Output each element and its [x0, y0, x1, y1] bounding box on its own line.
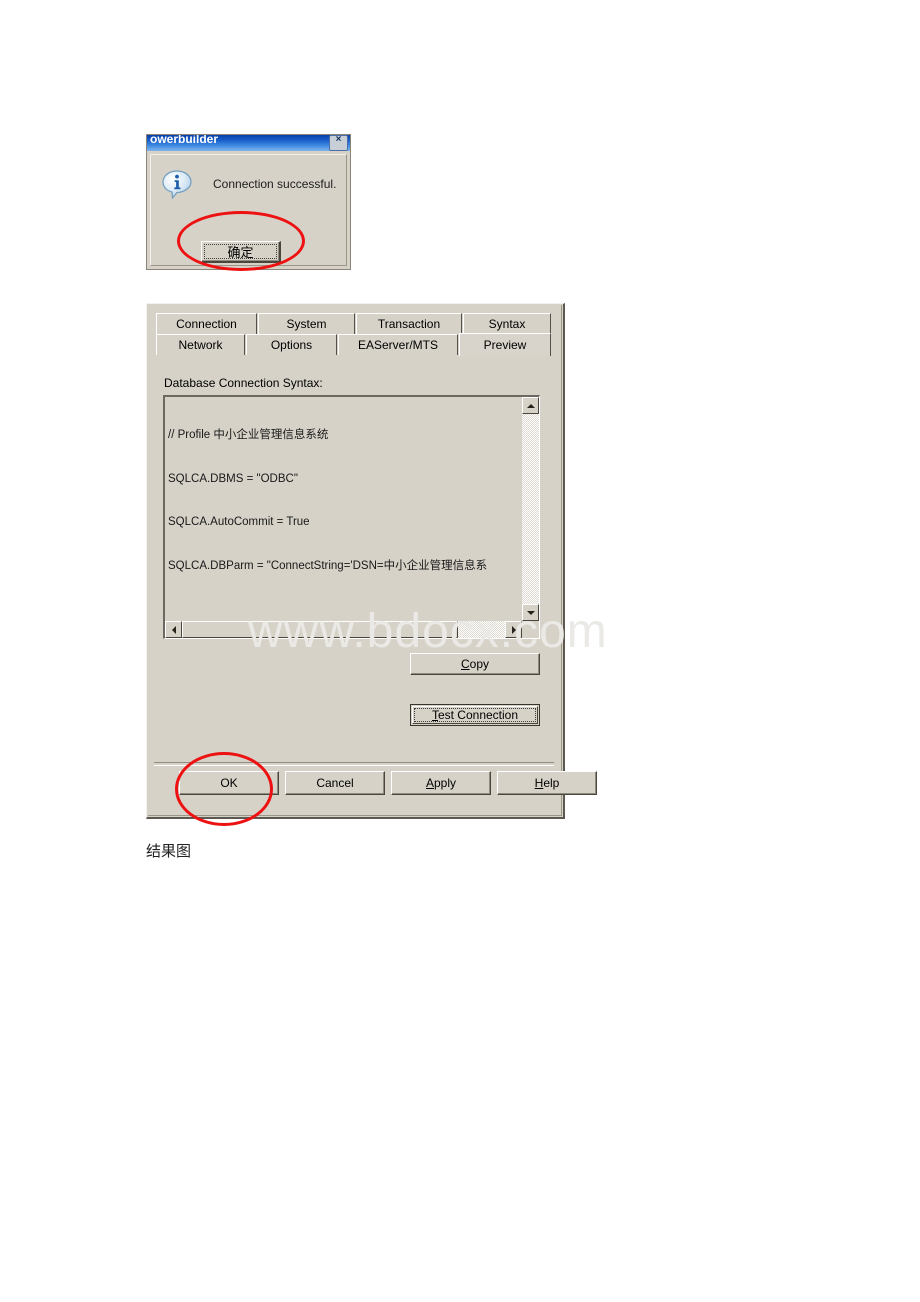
tab-preview[interactable]: Preview [459, 333, 551, 356]
figure-caption: 结果图 [146, 842, 192, 860]
apply-button[interactable]: Apply [391, 771, 491, 795]
message-box-title: owerbuilder [150, 135, 219, 146]
scroll-down-button[interactable] [522, 604, 539, 621]
message-box-body: Connection successful. 确定 [150, 154, 347, 266]
info-icon [161, 169, 193, 201]
confirm-button-label: 确定 [227, 245, 254, 260]
tab-easerver-mts-label: EAServer/MTS [357, 338, 438, 352]
tab-network[interactable]: Network [156, 334, 245, 355]
scroll-left-button[interactable] [165, 621, 182, 638]
ok-button[interactable]: OK [179, 771, 279, 795]
horizontal-scrollbar[interactable] [165, 621, 522, 638]
tab-syntax[interactable]: Syntax [463, 313, 551, 334]
cancel-button-label: Cancel [316, 776, 354, 790]
cancel-button[interactable]: Cancel [285, 771, 385, 795]
tab-connection[interactable]: Connection [156, 313, 257, 334]
tab-easerver-mts[interactable]: EAServer/MTS [338, 334, 458, 355]
tab-row-2: Network Options EAServer/MTS Preview [156, 333, 552, 356]
tab-preview-label: Preview [483, 338, 527, 352]
chevron-down-icon [526, 610, 535, 615]
scroll-right-button[interactable] [505, 621, 522, 638]
syntax-line: SQLCA.DBMS = "ODBC" [168, 472, 298, 485]
message-text: Connection successful. [213, 177, 337, 191]
horizontal-scrollbar-thumb[interactable] [182, 621, 458, 638]
syntax-line: SQLCA.AutoCommit = True [168, 516, 310, 528]
vertical-scrollbar[interactable] [522, 397, 539, 621]
tab-syntax-label: Syntax [488, 317, 526, 331]
tab-row-1: Connection System Transaction Syntax [156, 313, 552, 334]
tab-connection-label: Connection [176, 317, 237, 331]
syntax-text-content: // Profile 中小企业管理信息系统 SQLCA.DBMS = "ODBC… [168, 399, 520, 602]
divider [154, 762, 554, 766]
help-button-label: Help [534, 776, 560, 790]
chevron-up-icon [526, 403, 535, 408]
syntax-field-label: Database Connection Syntax: [164, 376, 323, 390]
copy-button-label: Copy [460, 657, 490, 671]
syntax-line: // Profile 中小企业管理信息系统 [168, 429, 329, 441]
chevron-left-icon [171, 625, 176, 634]
ok-button-label: OK [220, 776, 238, 790]
apply-button-label: Apply [425, 776, 457, 790]
copy-button[interactable]: Copy [410, 653, 540, 675]
tab-options[interactable]: Options [246, 334, 337, 355]
message-box-titlebar: owerbuilder × [147, 135, 350, 151]
tab-system-label: System [286, 317, 327, 331]
tab-network-label: Network [178, 338, 223, 352]
tab-system[interactable]: System [258, 313, 355, 334]
syntax-line: SQLCA.DBParm = "ConnectString='DSN=中小企业管… [168, 559, 488, 572]
scroll-up-button[interactable] [522, 397, 539, 414]
tab-strip: Connection System Transaction Syntax Net… [156, 313, 552, 356]
close-icon[interactable]: × [329, 135, 348, 151]
confirm-button[interactable]: 确定 [201, 241, 281, 263]
scrollbar-corner [522, 621, 539, 638]
close-glyph: × [335, 135, 342, 145]
syntax-textarea[interactable]: // Profile 中小企业管理信息系统 SQLCA.DBMS = "ODBC… [163, 395, 540, 639]
chevron-right-icon [511, 625, 516, 634]
powerbuilder-message-box: owerbuilder × Connection successful. 确定 [146, 134, 351, 270]
help-button[interactable]: Help [497, 771, 597, 795]
test-connection-button[interactable]: Test Connection [410, 704, 540, 726]
tab-transaction[interactable]: Transaction [356, 313, 462, 334]
tab-transaction-label: Transaction [377, 317, 441, 331]
test-connection-button-label: Test Connection [431, 708, 519, 722]
tab-options-label: Options [270, 338, 313, 352]
database-profile-setup-dialog: Connection System Transaction Syntax Net… [146, 303, 597, 819]
